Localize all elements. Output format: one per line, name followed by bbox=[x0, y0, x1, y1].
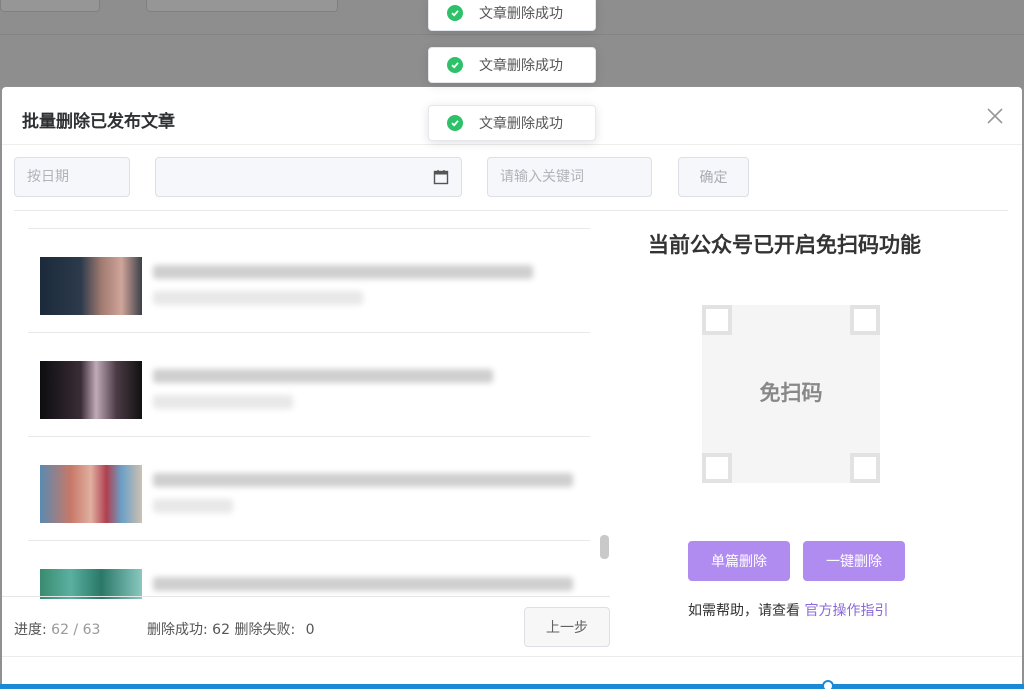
list-item[interactable] bbox=[28, 541, 590, 599]
date-range-field[interactable] bbox=[155, 157, 462, 197]
toast-text: 文章删除成功 bbox=[479, 6, 563, 22]
divider bbox=[2, 596, 610, 597]
article-thumbnail bbox=[40, 465, 142, 523]
progress-knob[interactable] bbox=[822, 680, 834, 689]
qr-corner bbox=[702, 453, 732, 483]
success-toast: 文章删除成功 bbox=[428, 105, 596, 141]
delete-result: 删除成功: 62 删除失败: 0 bbox=[147, 619, 315, 639]
divider bbox=[2, 144, 1022, 145]
keyword-input[interactable] bbox=[500, 169, 651, 185]
success-toast: 文章删除成功 bbox=[428, 0, 596, 31]
dialog-title: 批量删除已发布文章 bbox=[22, 112, 175, 132]
list-item[interactable] bbox=[28, 229, 590, 333]
list-item[interactable] bbox=[28, 333, 590, 437]
article-meta-blurred bbox=[153, 499, 233, 513]
toast-text: 文章删除成功 bbox=[479, 58, 563, 74]
close-icon[interactable] bbox=[986, 107, 1004, 125]
confirm-button[interactable]: 确定 bbox=[678, 157, 749, 197]
article-meta-blurred bbox=[153, 395, 293, 409]
success-toast: 文章删除成功 bbox=[428, 47, 596, 83]
video-progress-bar[interactable] bbox=[0, 684, 1024, 689]
list-item[interactable] bbox=[28, 211, 590, 229]
success-count: 62 bbox=[212, 622, 230, 638]
article-title-blurred bbox=[153, 577, 573, 591]
fail-label: 删除失败: bbox=[234, 622, 296, 638]
progress-label: 进度: bbox=[14, 622, 47, 638]
fail-count: 0 bbox=[305, 622, 315, 638]
article-title-blurred bbox=[153, 369, 493, 383]
qr-label: 免扫码 bbox=[759, 381, 823, 405]
qr-corner bbox=[850, 453, 880, 483]
check-circle-icon bbox=[447, 5, 463, 21]
help-label: 如需帮助，请查看 bbox=[688, 603, 800, 619]
date-filter-input[interactable] bbox=[27, 169, 129, 185]
date-filter-field[interactable] bbox=[14, 157, 130, 197]
progress-value: 62 / 63 bbox=[51, 622, 101, 638]
qr-corner bbox=[702, 305, 732, 335]
check-circle-icon bbox=[447, 57, 463, 73]
toast-text: 文章删除成功 bbox=[479, 116, 563, 132]
article-meta-blurred bbox=[153, 291, 363, 305]
single-delete-button[interactable]: 单篇删除 bbox=[688, 541, 790, 581]
help-text: 如需帮助，请查看 官方操作指引 bbox=[688, 600, 888, 620]
article-thumbnail bbox=[40, 361, 142, 419]
qr-corner bbox=[850, 305, 880, 335]
list-item[interactable] bbox=[28, 437, 590, 541]
no-scan-status-title: 当前公众号已开启免扫码功能 bbox=[648, 233, 921, 257]
article-title-blurred bbox=[153, 265, 533, 279]
keyword-field[interactable] bbox=[487, 157, 652, 197]
batch-delete-dialog: 批量删除已发布文章 确定 bbox=[2, 87, 1022, 689]
article-list[interactable] bbox=[28, 211, 590, 599]
guide-link[interactable]: 官方操作指引 bbox=[804, 603, 888, 619]
article-thumbnail bbox=[40, 257, 142, 315]
qr-code-placeholder: 免扫码 bbox=[702, 305, 880, 483]
check-circle-icon bbox=[447, 115, 463, 131]
previous-step-button[interactable]: 上一步 bbox=[524, 607, 610, 647]
date-range-input[interactable] bbox=[168, 169, 461, 185]
calendar-icon[interactable] bbox=[433, 169, 449, 185]
one-click-delete-button[interactable]: 一键删除 bbox=[803, 541, 905, 581]
article-thumbnail bbox=[40, 569, 142, 599]
divider bbox=[2, 656, 1022, 657]
success-label: 删除成功: bbox=[147, 622, 208, 638]
article-title-blurred bbox=[153, 473, 573, 487]
progress-text: 进度: 62 / 63 bbox=[14, 619, 100, 639]
list-scrollbar[interactable] bbox=[600, 535, 609, 559]
